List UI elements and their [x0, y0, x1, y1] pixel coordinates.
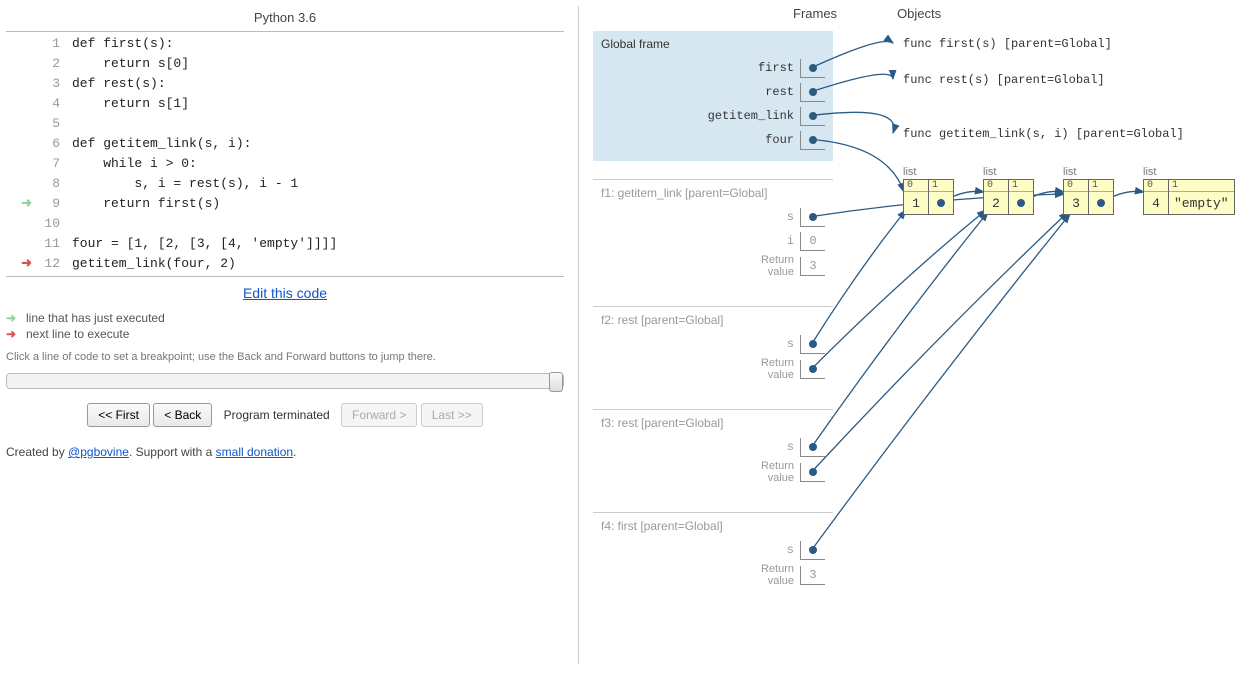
slider-thumb[interactable] [549, 372, 563, 392]
code-line[interactable]: ➜12getitem_link(four, 2) [6, 254, 564, 274]
legend-just-executed-label: line that has just executed [26, 311, 165, 325]
arrow-just-executed-icon: ➜ [6, 311, 26, 325]
code-line[interactable]: 5 [6, 114, 564, 134]
call-frame: f3: rest [parent=Global]sReturnvalue [593, 409, 833, 494]
frame-var: i0 [601, 230, 825, 252]
global-frame: Global frame firstrestgetitem_linkfour [593, 31, 833, 161]
code-line[interactable]: ➜9 return first(s) [6, 194, 564, 214]
credit-line: Created by @pgbovine. Support with a sma… [6, 445, 564, 459]
frame-var: Returnvalue3 [601, 563, 825, 587]
code-line[interactable]: 4 return s[1] [6, 94, 564, 114]
code-line[interactable]: 2 return s[0] [6, 54, 564, 74]
execution-status: Program terminated [224, 408, 330, 422]
global-frame-title: Global frame [601, 37, 825, 51]
code-listing: 1def first(s):2 return s[0]3def rest(s):… [6, 31, 564, 277]
frame-var: Returnvalue [601, 357, 825, 381]
legend-next-line-label: next line to execute [26, 327, 129, 341]
back-button[interactable]: < Back [153, 403, 212, 427]
call-frame: f1: getitem_link [parent=Global]si0Retur… [593, 179, 833, 288]
breakpoint-hint: Click a line of code to set a breakpoint… [6, 351, 564, 363]
language-title: Python 3.6 [6, 10, 564, 25]
code-line[interactable]: 11four = [1, [2, [3, [4, 'empty']]]] [6, 234, 564, 254]
legend-next-line: ➜ next line to execute [6, 327, 564, 341]
code-line[interactable]: 10 [6, 214, 564, 234]
frame-var: s [601, 333, 825, 355]
last-button[interactable]: Last >> [421, 403, 483, 427]
frame-var: s [601, 436, 825, 458]
edit-code-link[interactable]: Edit this code [6, 285, 564, 301]
code-line[interactable]: 7 while i > 0: [6, 154, 564, 174]
code-line[interactable]: 3def rest(s): [6, 74, 564, 94]
frames-header: Frames [793, 6, 837, 21]
frame-var: first [601, 57, 825, 79]
first-button[interactable]: << First [87, 403, 150, 427]
code-line[interactable]: 6def getitem_link(s, i): [6, 134, 564, 154]
code-line[interactable]: 1def first(s): [6, 34, 564, 54]
frame-var: rest [601, 81, 825, 103]
frame-var: Returnvalue [601, 460, 825, 484]
func-object: func getitem_link(s, i) [parent=Global] [903, 127, 1184, 141]
step-slider[interactable] [6, 373, 564, 389]
code-line[interactable]: 8 s, i = rest(s), i - 1 [6, 174, 564, 194]
frame-var: s [601, 539, 825, 561]
forward-button[interactable]: Forward > [341, 403, 417, 427]
frame-var: four [601, 129, 825, 151]
list-object: list011 [903, 166, 954, 215]
list-object: list031 [1063, 166, 1114, 215]
call-frame: f2: rest [parent=Global]sReturnvalue [593, 306, 833, 391]
func-object: func first(s) [parent=Global] [903, 37, 1112, 51]
legend-just-executed: ➜ line that has just executed [6, 311, 564, 325]
frame-var: s [601, 206, 825, 228]
list-object: list041"empty" [1143, 166, 1235, 215]
author-link[interactable]: @pgbovine [68, 445, 129, 459]
donation-link[interactable]: small donation [216, 445, 293, 459]
arrow-next-line-icon: ➜ [6, 327, 26, 341]
frame-var: Returnvalue3 [601, 254, 825, 278]
call-frame: f4: first [parent=Global]sReturnvalue3 [593, 512, 833, 597]
list-object: list021 [983, 166, 1034, 215]
objects-header: Objects [897, 6, 941, 21]
frame-var: getitem_link [601, 105, 825, 127]
func-object: func rest(s) [parent=Global] [903, 73, 1105, 87]
